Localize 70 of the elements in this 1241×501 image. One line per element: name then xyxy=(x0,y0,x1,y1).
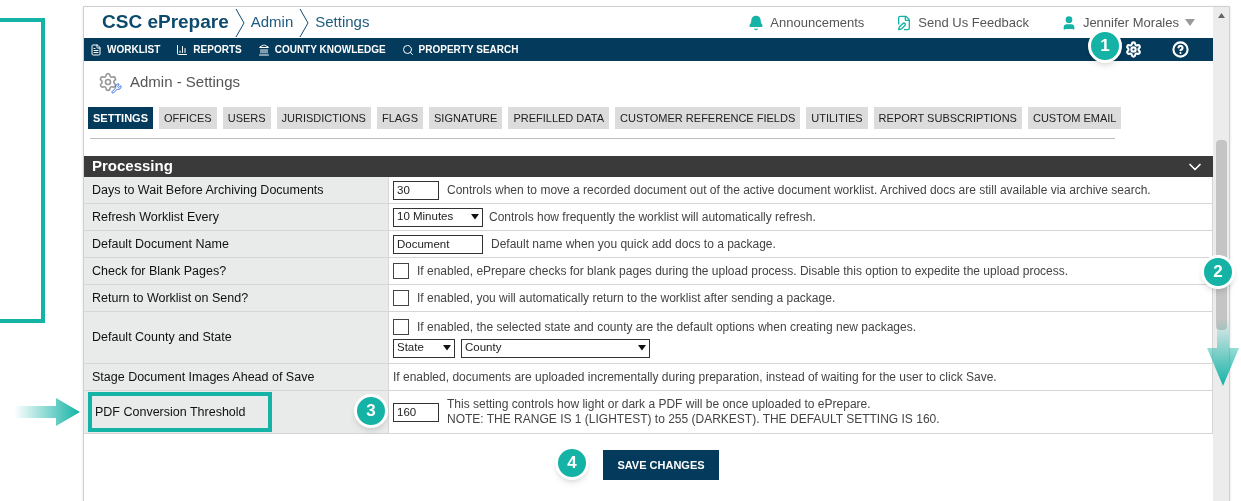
section-header[interactable]: Processing xyxy=(84,156,1213,177)
bell-icon xyxy=(748,14,765,31)
settings-tab[interactable]: PREFILLED DATA xyxy=(508,107,610,129)
setting-description: Default name when you quick add docs to a package. xyxy=(491,236,776,253)
settings-tab[interactable]: REPORT SUBSCRIPTIONS xyxy=(873,107,1022,129)
setting-description: If enabled, ePrepare checks for blank pages during the upload process. Disable this option to expedite the upload process. xyxy=(417,263,1069,280)
settings-tab[interactable]: SETTINGS xyxy=(88,107,153,129)
caret-down-icon xyxy=(638,345,646,351)
bar-chart-icon xyxy=(176,43,189,56)
setting-description: Controls how frequently the worklist will automatically refresh. xyxy=(489,209,816,226)
caret-down-icon xyxy=(471,214,479,220)
text-input-field[interactable]: Document xyxy=(393,234,483,254)
text-input-field[interactable]: 160 xyxy=(393,402,439,422)
county-dropdown[interactable]: County xyxy=(461,338,650,358)
setting-label: Days to Wait Before Archiving Documents xyxy=(91,181,325,199)
callout-badge: 1 xyxy=(1088,29,1122,63)
settings-tab[interactable]: OFFICES xyxy=(159,107,217,129)
setting-label: Default County and State xyxy=(91,329,233,347)
setting-label: Default Document Name xyxy=(91,235,230,253)
nav-link[interactable]: PROPERTY SEARCH xyxy=(401,42,519,57)
bank-building-icon xyxy=(257,43,270,56)
nav-link[interactable]: REPORTS xyxy=(176,42,242,57)
state-dropdown[interactable]: State xyxy=(393,338,455,358)
settings-tab[interactable]: FLAGS xyxy=(376,107,423,129)
breadcrumb-separator-icon xyxy=(234,7,245,38)
save-changes-button[interactable]: SAVE CHANGES xyxy=(603,450,719,480)
header-link[interactable]: Announcements xyxy=(748,12,865,33)
settings-tab[interactable]: USERS xyxy=(222,107,271,129)
app-title[interactable]: CSC ePrepare xyxy=(102,8,229,37)
gear-wrench-icon xyxy=(98,71,122,94)
pointer-arrow xyxy=(14,398,80,426)
callout-badge: 4 xyxy=(555,446,589,480)
setting-label: Refresh Worklist Every xyxy=(91,208,220,226)
down-arrow xyxy=(1207,318,1239,386)
document-pen-icon xyxy=(896,14,913,31)
document-icon xyxy=(90,43,102,56)
caret-down-icon xyxy=(1185,19,1195,26)
settings-tab[interactable]: SIGNATURE xyxy=(429,107,503,129)
page-title: Admin - Settings xyxy=(130,72,241,93)
scroll-up-icon xyxy=(1217,13,1225,18)
setting-description: This setting controls how light or dark a PDF will be once uploaded to ePrepare. xyxy=(447,397,872,412)
settings-tab[interactable]: CUSTOM EMAIL xyxy=(1027,107,1122,129)
settings-icon[interactable] xyxy=(1125,41,1142,58)
text-input-field[interactable]: 30 xyxy=(393,180,439,200)
search-icon xyxy=(401,43,414,56)
nav-link[interactable]: COUNTY KNOWLEDGE xyxy=(257,42,386,57)
setting-label: Stage Document Images Ahead of Save xyxy=(91,368,316,386)
setting-note: NOTE: THE RANGE IS 1 (LIGHTEST) to 255 (DARKEST). THE DEFAULT SETTING IS 160. xyxy=(447,412,940,427)
checkbox[interactable] xyxy=(393,263,409,279)
callout-badge: 2 xyxy=(1201,255,1235,289)
settings-tab[interactable]: JURISDICTIONS xyxy=(276,107,371,129)
header-link[interactable]: Send Us Feedback xyxy=(896,12,1029,33)
setting-label: Return to Worklist on Send? xyxy=(91,289,250,307)
help-icon[interactable] xyxy=(1172,41,1189,58)
nav-link[interactable]: WORKLIST xyxy=(90,42,161,57)
setting-description: If enabled, the selected state and county are the default options when creating new packages. xyxy=(417,318,916,336)
setting-description: If enabled, you will automatically return to the worklist after sending a package. xyxy=(417,290,836,307)
breadcrumb-link[interactable]: Admin xyxy=(250,11,294,34)
setting-label: PDF Conversion Threshold xyxy=(88,391,272,433)
checkbox[interactable] xyxy=(393,318,409,335)
settings-tab[interactable]: CUSTOMER REFERENCE FIELDS xyxy=(615,107,801,129)
checkbox[interactable] xyxy=(393,290,409,306)
setting-description: If enabled, documents are uploaded incrementally during preparation, instead of waiting for the user to click Save. xyxy=(393,369,998,386)
dropdown-select[interactable]: 10 Minutes xyxy=(393,207,483,227)
setting-label: Check for Blank Pages? xyxy=(91,262,228,280)
caret-down-icon xyxy=(443,345,451,351)
breadcrumb-separator-icon xyxy=(299,7,310,38)
setting-description: Controls when to move a recorded document out of the active document worklist. Archived docs are still available via archive search. xyxy=(447,182,1151,199)
settings-tab[interactable]: UTILITIES xyxy=(806,107,868,129)
breadcrumb-current: Settings xyxy=(315,12,370,33)
